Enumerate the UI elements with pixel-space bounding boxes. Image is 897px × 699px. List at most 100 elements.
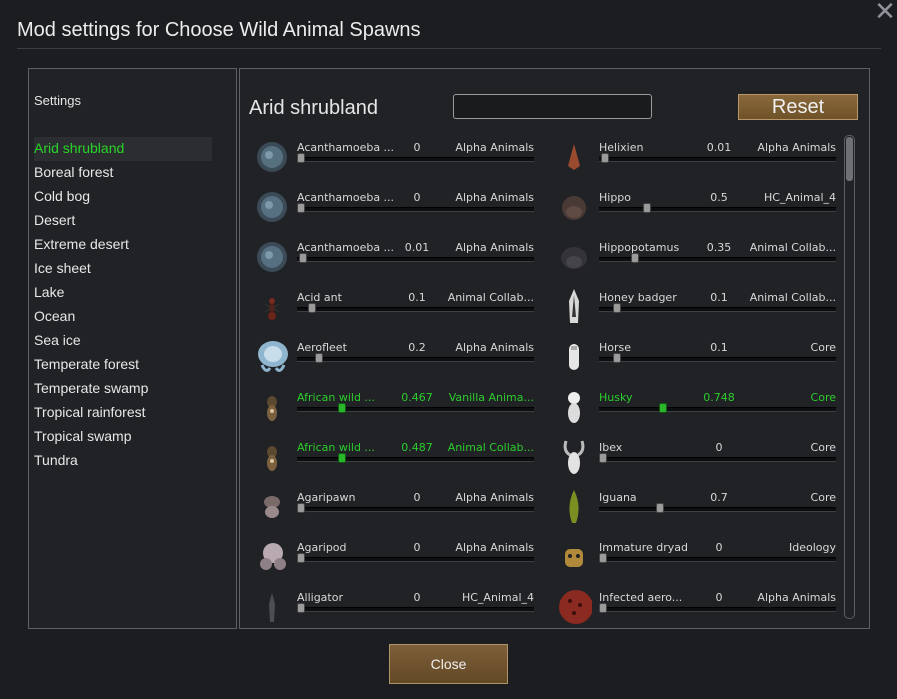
spawn-slider-track[interactable] bbox=[297, 207, 534, 212]
alligator-icon bbox=[254, 589, 290, 625]
sidebar-item-ice-sheet[interactable]: Ice sheet bbox=[34, 257, 212, 281]
animal-name: Immature dryad bbox=[599, 541, 688, 554]
animal-row: Hippo 0.5 HC_Animal_4 bbox=[552, 187, 840, 237]
spawn-slider-thumb[interactable] bbox=[297, 153, 305, 163]
spawn-slider-track[interactable] bbox=[599, 307, 836, 312]
spawn-slider-track[interactable] bbox=[599, 507, 836, 512]
sidebar-item-tropical-swamp[interactable]: Tropical swamp bbox=[34, 425, 212, 449]
spawn-slider-thumb[interactable] bbox=[599, 603, 607, 613]
spawn-slider-thumb[interactable] bbox=[297, 203, 305, 213]
spawn-slider-thumb[interactable] bbox=[297, 603, 305, 613]
spawn-slider-thumb[interactable] bbox=[315, 353, 324, 363]
animal-row: Immature dryad 0 Ideology bbox=[552, 537, 840, 587]
mod-source: Alpha Animals bbox=[455, 541, 534, 554]
animal-row: Acanthamoeba ... 0 Alpha Animals bbox=[250, 187, 540, 237]
sidebar-item-sea-ice[interactable]: Sea ice bbox=[34, 329, 212, 353]
spawn-value: 0.487 bbox=[401, 441, 433, 454]
spawn-slider-track[interactable] bbox=[297, 457, 534, 462]
mod-source: Animal Collab... bbox=[749, 291, 836, 304]
agaripod-icon bbox=[254, 539, 290, 575]
mod-source: HC_Animal_4 bbox=[461, 591, 534, 604]
scrollbar[interactable] bbox=[844, 135, 855, 619]
animal-row: Infected aero... 0 Alpha Animals bbox=[552, 587, 840, 625]
spawn-value: 0 bbox=[413, 141, 421, 154]
close-button[interactable]: Close bbox=[389, 644, 508, 684]
spawn-slider-thumb[interactable] bbox=[599, 453, 607, 463]
animal-row: Acanthamoeba ... 0.01 Alpha Animals bbox=[250, 237, 540, 287]
animal-row: Agaripawn 0 Alpha Animals bbox=[250, 487, 540, 537]
spawn-slider-track[interactable] bbox=[599, 457, 836, 462]
sidebar-item-tundra[interactable]: Tundra bbox=[34, 449, 212, 473]
spawn-slider-thumb[interactable] bbox=[658, 403, 667, 413]
spawn-slider-track[interactable] bbox=[297, 557, 534, 562]
spawn-slider-thumb[interactable] bbox=[612, 353, 621, 363]
spawn-slider-track[interactable] bbox=[297, 407, 534, 412]
spawn-slider-thumb[interactable] bbox=[338, 453, 347, 463]
sidebar-item-cold-bog[interactable]: Cold bog bbox=[34, 185, 212, 209]
spawn-slider-track[interactable] bbox=[297, 307, 534, 312]
mod-source: Animal Collab... bbox=[447, 441, 534, 454]
sidebar-item-extreme-desert[interactable]: Extreme desert bbox=[34, 233, 212, 257]
spawn-slider-thumb[interactable] bbox=[656, 503, 665, 513]
hippo-icon bbox=[556, 189, 592, 225]
sidebar-item-temperate-forest[interactable]: Temperate forest bbox=[34, 353, 212, 377]
sidebar-item-boreal-forest[interactable]: Boreal forest bbox=[34, 161, 212, 185]
sidebar-item-desert[interactable]: Desert bbox=[34, 209, 212, 233]
sidebar: Settings Arid shrubland Boreal forest Cold… bbox=[28, 68, 237, 629]
mod-source: Core bbox=[810, 491, 836, 504]
animal-row: Acanthamoeba ... 0 Alpha Animals bbox=[250, 137, 540, 187]
spawn-slider-thumb[interactable] bbox=[599, 553, 607, 563]
mod-source: Vanilla Anima... bbox=[448, 391, 534, 404]
spawn-slider-thumb[interactable] bbox=[297, 553, 305, 563]
spawn-slider-track[interactable] bbox=[599, 557, 836, 562]
spawn-slider-track[interactable] bbox=[297, 507, 534, 512]
search-input[interactable] bbox=[453, 94, 652, 119]
iguana-icon bbox=[556, 489, 592, 525]
mod-source: Alpha Animals bbox=[757, 591, 836, 604]
spawn-slider-track[interactable] bbox=[297, 357, 534, 362]
sidebar-item-tropical-rainforest[interactable]: Tropical rainforest bbox=[34, 401, 212, 425]
spawn-slider-track[interactable] bbox=[599, 607, 836, 612]
spawn-slider-thumb[interactable] bbox=[642, 203, 651, 213]
spawn-slider-thumb[interactable] bbox=[297, 503, 305, 513]
animal-name: Acanthamoeba ... bbox=[297, 141, 395, 154]
spawn-value: 0 bbox=[413, 541, 421, 554]
sidebar-item-temperate-swamp[interactable]: Temperate swamp bbox=[34, 377, 212, 401]
spawn-value: 0 bbox=[413, 191, 421, 204]
spawn-slider-track[interactable] bbox=[599, 157, 836, 162]
mod-source: Core bbox=[810, 441, 836, 454]
close-icon[interactable]: ✕ bbox=[873, 0, 897, 25]
agaripawn-icon bbox=[254, 489, 290, 525]
animal-row: Acid ant 0.1 Animal Collab... bbox=[250, 287, 540, 337]
animal-row: Iguana 0.7 Core bbox=[552, 487, 840, 537]
husky-icon bbox=[556, 389, 592, 425]
amoeba-icon bbox=[254, 139, 290, 175]
spawn-slider-thumb[interactable] bbox=[299, 253, 308, 263]
spawn-value: 0.467 bbox=[401, 391, 433, 404]
sidebar-item-lake[interactable]: Lake bbox=[34, 281, 212, 305]
spawn-slider-track[interactable] bbox=[599, 357, 836, 362]
spawn-slider-thumb[interactable] bbox=[308, 303, 317, 313]
spawn-slider-thumb[interactable] bbox=[338, 403, 347, 413]
spawn-slider-track[interactable] bbox=[599, 407, 836, 412]
animal-row: African wild ... 0.487 Animal Collab... bbox=[250, 437, 540, 487]
spawn-slider-track[interactable] bbox=[297, 157, 534, 162]
sidebar-settings-label: Settings bbox=[34, 93, 81, 108]
mod-source: Ideology bbox=[788, 541, 836, 554]
animal-name: Aerofleet bbox=[297, 341, 347, 354]
animal-name: Hippopotamus bbox=[599, 241, 680, 254]
reset-button[interactable]: Reset bbox=[738, 94, 858, 120]
mod-source: Core bbox=[810, 391, 836, 404]
spawn-slider-track[interactable] bbox=[599, 207, 836, 212]
spawn-slider-track[interactable] bbox=[297, 607, 534, 612]
scrollbar-thumb[interactable] bbox=[846, 137, 853, 181]
spawn-slider-track[interactable] bbox=[297, 257, 534, 262]
spawn-slider-thumb[interactable] bbox=[612, 303, 621, 313]
sidebar-item-ocean[interactable]: Ocean bbox=[34, 305, 212, 329]
spawn-slider-thumb[interactable] bbox=[601, 153, 610, 163]
spawn-slider-thumb[interactable] bbox=[631, 253, 640, 263]
sidebar-item-arid-shrubland[interactable]: Arid shrubland bbox=[34, 137, 212, 161]
animal-row: Honey badger 0.1 Animal Collab... bbox=[552, 287, 840, 337]
hippopotamus-icon bbox=[556, 239, 592, 275]
spawn-value: 0.1 bbox=[710, 291, 728, 304]
